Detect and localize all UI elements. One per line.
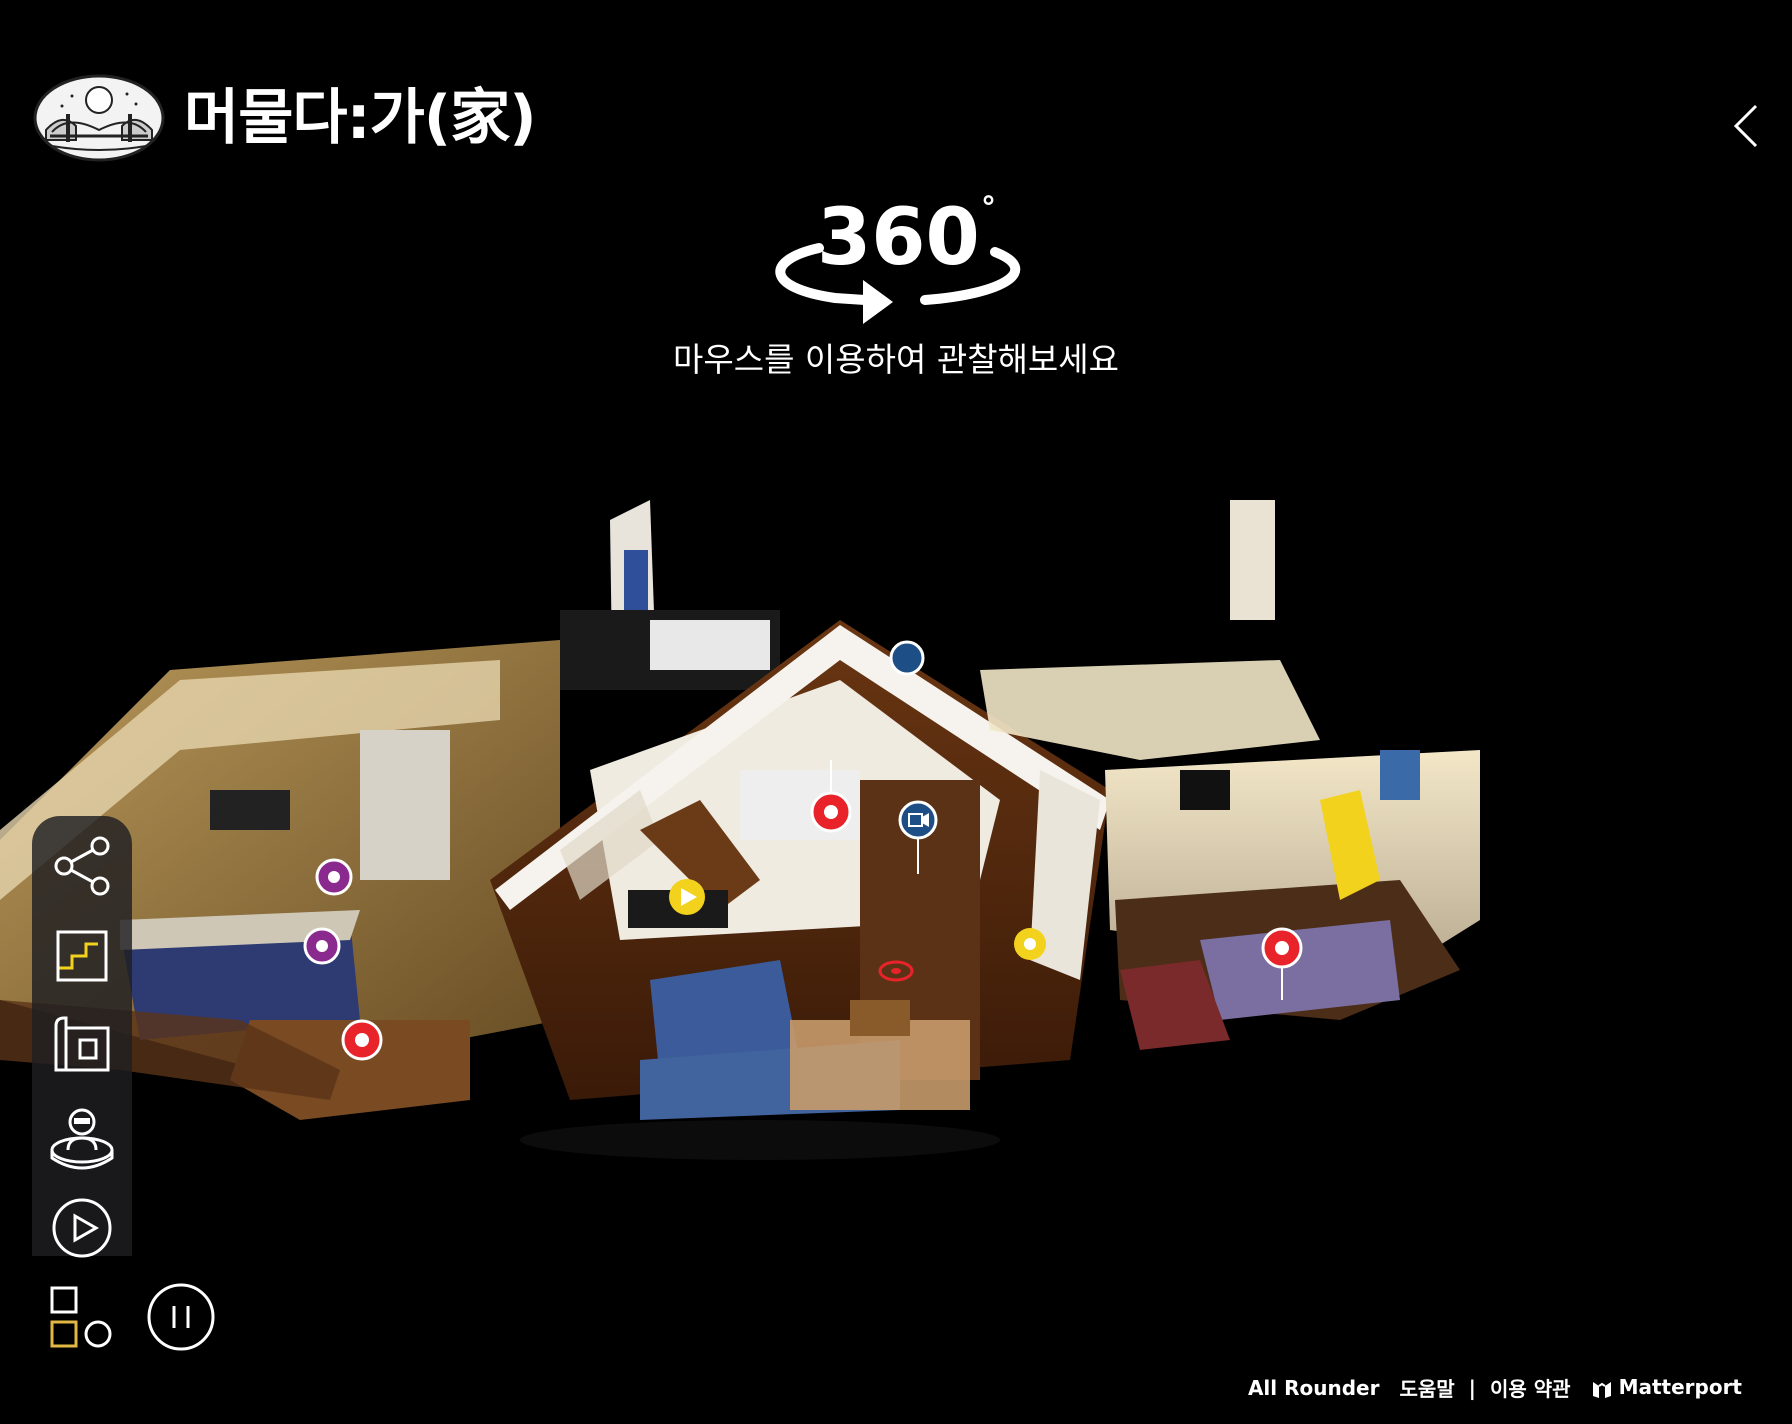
mattertag-yellow-living[interactable] [1014,928,1046,960]
mattertag-purple-kitchen-2[interactable] [303,927,341,965]
shapes-icon[interactable] [50,1286,116,1352]
play-tour-icon[interactable] [46,1192,118,1264]
dollhouse-3d-model[interactable] [0,500,1792,1240]
rotate-360-icon: 360 ° [755,188,1037,330]
floorplan-icon[interactable] [44,1008,120,1084]
matterport-link[interactable]: Matterport [1581,1375,1752,1400]
collapse-chevron-icon[interactable] [1728,100,1764,152]
terms-link[interactable]: 이용 약관 [1480,1373,1581,1402]
mattertag-yellow-piano[interactable] [669,879,705,915]
mattertag-video-living[interactable] [898,800,938,874]
mattertag-red-kitchen[interactable] [341,1019,383,1061]
left-toolbar [32,816,132,1256]
logo-emblem [32,74,166,162]
brand-title: 머물다:가(家) [184,83,537,153]
navigation-target-marker[interactable] [878,960,914,982]
footer-separator: | [1468,1375,1476,1400]
mattertag-red-stairs[interactable] [810,760,852,833]
help-link[interactable]: 도움말 [1389,1373,1464,1402]
navigation-hint: 마우스를 이용하여 관찰해보세요 [672,340,1120,379]
footer-links: All Rounder 도움말 | 이용 약관 Matterport [1238,1373,1752,1402]
credit-text: All Rounder [1247,1375,1380,1400]
matterport-logo-icon [1592,1381,1611,1398]
floor-stairs-icon[interactable] [44,918,120,994]
mattertag-blue-loft[interactable] [889,640,925,676]
matterport-label: Matterport [1618,1375,1742,1400]
inside-view-icon[interactable] [44,1098,120,1174]
pause-icon[interactable] [146,1282,216,1352]
rotate-360-label: 360 [817,193,980,283]
mattertag-purple-kitchen-1[interactable] [315,858,353,896]
mattertag-red-bedroom[interactable] [1261,927,1303,1000]
degree-symbol: ° [981,191,996,226]
share-icon[interactable] [44,828,120,904]
